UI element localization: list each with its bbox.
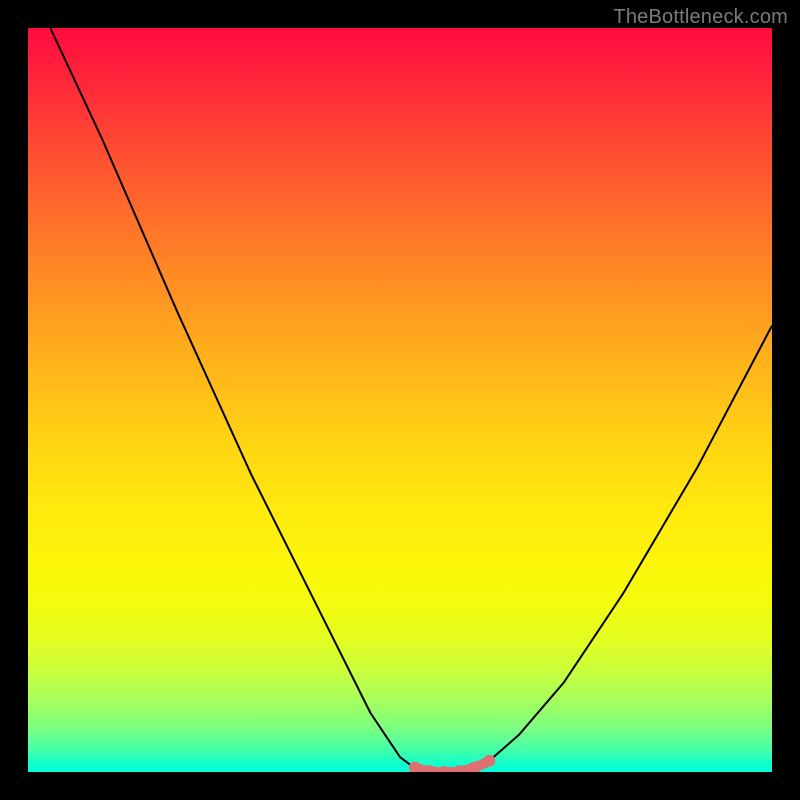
optimal-dot <box>439 766 451 772</box>
optimal-dot <box>409 762 421 773</box>
optimal-dot <box>483 755 495 767</box>
bottleneck-curve <box>50 28 772 772</box>
chart-container: TheBottleneck.com <box>0 0 800 800</box>
watermark-text: TheBottleneck.com <box>613 6 788 29</box>
chart-svg <box>28 28 772 772</box>
plot-area <box>28 28 772 772</box>
